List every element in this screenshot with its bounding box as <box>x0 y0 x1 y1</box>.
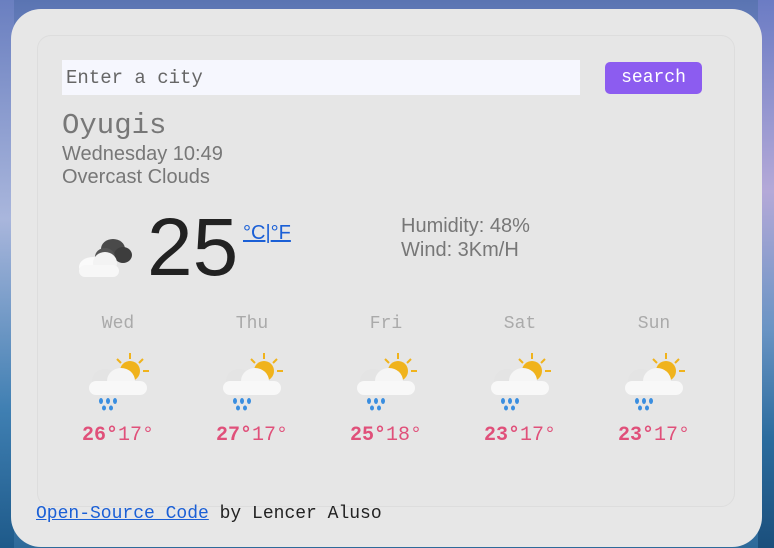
sun-cloud-rain-icon <box>319 338 453 424</box>
forecast-row: Wed 26°17° Thu 27°17° Fri 25°18° Sat 23°… <box>51 314 721 474</box>
footer: Open-Source Code by Lencer Aluso <box>36 504 382 524</box>
sun-cloud-rain-icon <box>51 338 185 424</box>
forecast-day: Wed 26°17° <box>51 314 185 447</box>
date-time: Wednesday 10:49 <box>62 143 223 165</box>
forecast-min-temp: 18° <box>386 424 423 447</box>
forecast-min-temp: 17° <box>118 424 155 447</box>
current-temperature: 25 <box>147 202 239 293</box>
overcast-clouds-icon <box>71 231 135 284</box>
forecast-day: Sat 23°17° <box>453 314 587 447</box>
sun-cloud-rain-icon <box>587 338 721 424</box>
forecast-max-temp: 23° <box>483 424 520 447</box>
forecast-day: Sun 23°17° <box>587 314 721 447</box>
forecast-day: Thu 27°17° <box>185 314 319 447</box>
forecast-day-name: Thu <box>235 314 269 334</box>
forecast-day-name: Sat <box>503 314 537 334</box>
city-name: Oyugis <box>62 109 167 142</box>
humidity-text: Humidity: 48% <box>401 215 530 237</box>
search-button[interactable]: search <box>605 62 702 94</box>
open-source-code-link[interactable]: Open-Source Code <box>36 504 209 524</box>
wind-text: Wind: 3Km/H <box>401 239 519 261</box>
forecast-min-temp: 17° <box>520 424 557 447</box>
forecast-day-name: Fri <box>369 314 403 334</box>
forecast-min-temp: 17° <box>252 424 289 447</box>
forecast-min-temp: 17° <box>654 424 691 447</box>
forecast-max-temp: 25° <box>349 424 386 447</box>
forecast-max-temp: 26° <box>81 424 118 447</box>
sun-cloud-rain-icon <box>185 338 319 424</box>
weather-description: Overcast Clouds <box>62 166 210 188</box>
forecast-day-name: Sun <box>637 314 671 334</box>
forecast-max-temp: 27° <box>215 424 252 447</box>
weather-card: search Oyugis Wednesday 10:49 Overcast C… <box>11 9 762 547</box>
celsius-link[interactable]: °C <box>243 222 265 244</box>
sun-cloud-rain-icon <box>453 338 587 424</box>
forecast-day-name: Wed <box>101 314 135 334</box>
forecast-max-temp: 23° <box>617 424 654 447</box>
fahrenheit-link[interactable]: °F <box>271 222 291 244</box>
footer-credit: by Lencer Aluso <box>208 504 382 524</box>
city-search-input[interactable] <box>62 60 580 95</box>
unit-toggle: °C|°F <box>243 222 291 245</box>
forecast-day: Fri 25°18° <box>319 314 453 447</box>
